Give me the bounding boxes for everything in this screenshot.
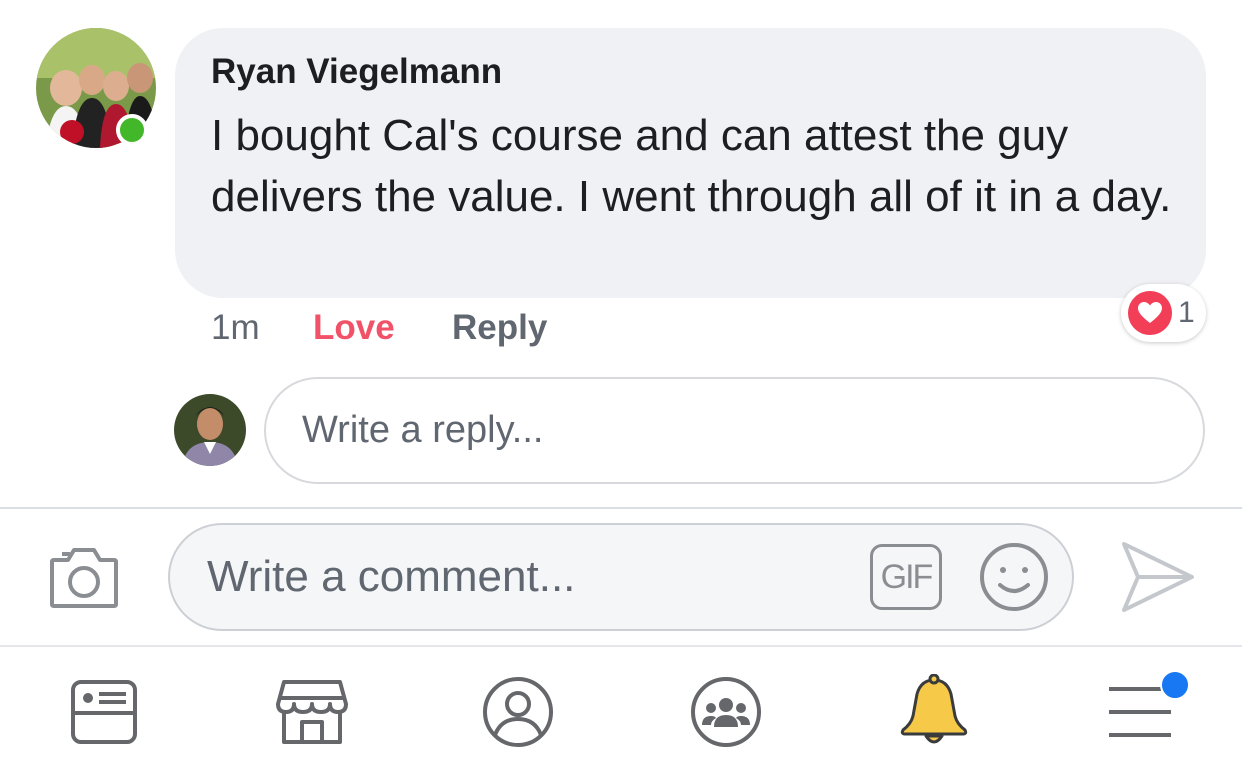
marketplace-icon[interactable]	[272, 672, 352, 752]
reaction-summary[interactable]: 1	[1121, 284, 1206, 342]
profile-icon[interactable]	[478, 672, 558, 752]
comment-text: I bought Cal's course and can attest the…	[211, 111, 1172, 221]
composer-top-divider	[0, 507, 1242, 509]
bell-icon[interactable]	[894, 672, 974, 752]
menu-notification-badge	[1160, 670, 1190, 700]
gif-button[interactable]: GIF	[870, 544, 942, 610]
reply-button[interactable]: Reply	[452, 308, 547, 348]
camera-icon[interactable]	[48, 544, 120, 610]
love-reaction-button[interactable]: Love	[313, 308, 395, 348]
nav-top-divider	[0, 645, 1242, 647]
comment-timestamp: 1m	[211, 308, 260, 347]
reaction-count: 1	[1178, 296, 1195, 329]
smiley-icon[interactable]	[978, 541, 1050, 613]
current-user-avatar	[174, 394, 246, 466]
news-feed-icon[interactable]	[64, 672, 144, 752]
online-status-indicator	[116, 114, 148, 146]
comment-author-name[interactable]: Ryan Viegelmann	[211, 52, 502, 92]
heart-icon	[1128, 291, 1172, 335]
send-icon[interactable]	[1120, 540, 1196, 614]
comment-input-placeholder: Write a comment...	[207, 552, 576, 601]
reply-input[interactable]: Write a reply...	[264, 377, 1205, 484]
groups-icon[interactable]	[686, 672, 766, 752]
